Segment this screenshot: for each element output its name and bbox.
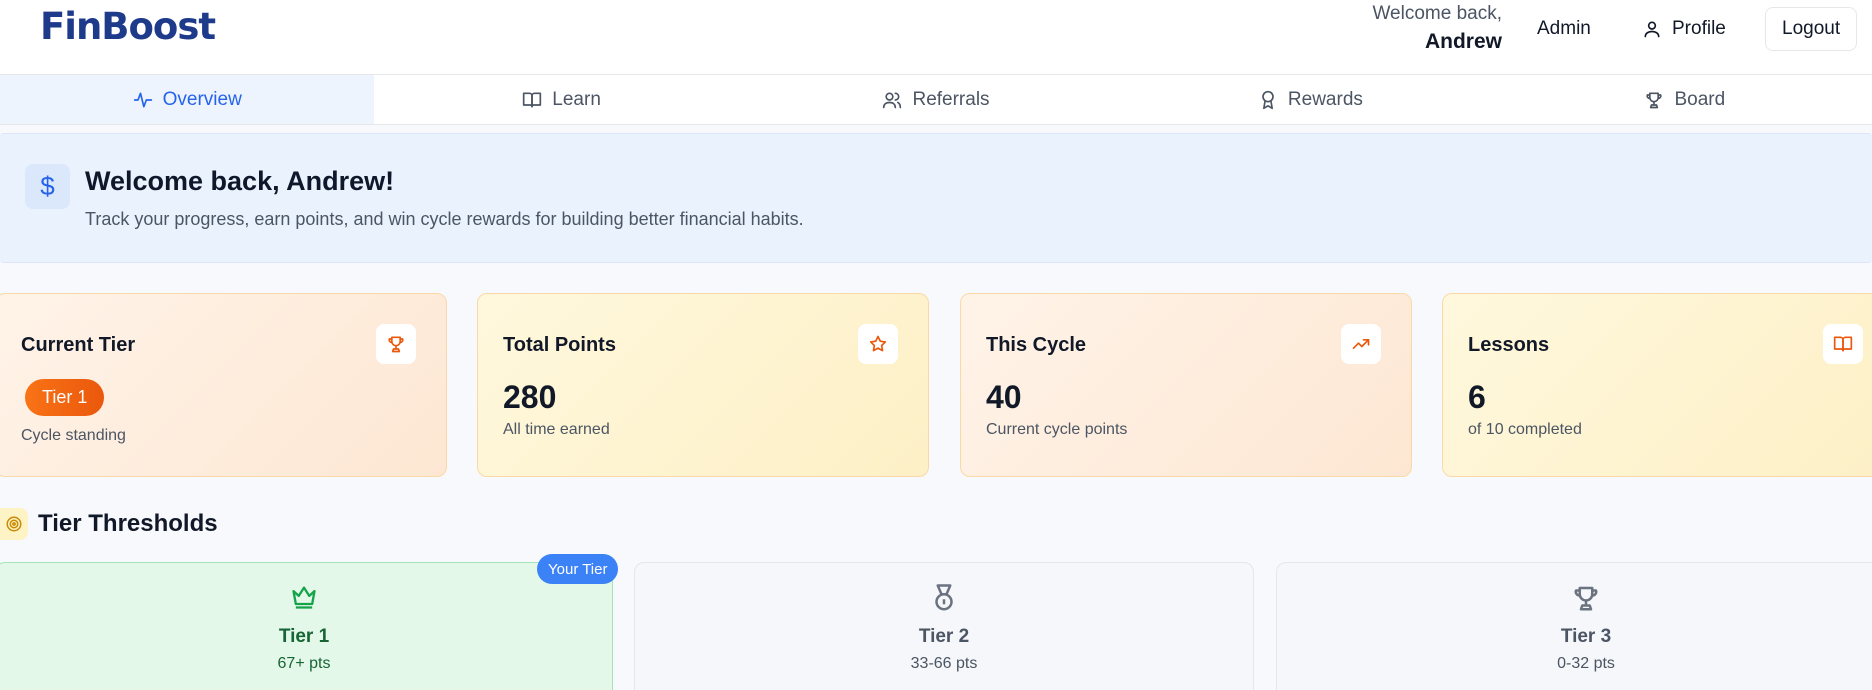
admin-link[interactable]: Admin	[1537, 7, 1591, 51]
tier-name: Tier 3	[1560, 626, 1612, 647]
target-icon	[0, 508, 28, 540]
tab-learn[interactable]: Learn	[374, 75, 748, 124]
welcome-greeting: Welcome back, Andrew	[1372, 2, 1502, 58]
tier-card-3: Tier 3 0-32 pts	[1276, 562, 1872, 690]
tier-points: 0-32 pts	[1557, 655, 1615, 672]
your-tier-badge: Your Tier	[537, 554, 619, 584]
stat-value: 6	[1468, 379, 1486, 415]
stat-card-lessons: Lessons 6 of 10 completed	[1442, 293, 1872, 477]
tab-label: Rewards	[1287, 88, 1363, 110]
tab-overview[interactable]: Overview	[0, 75, 375, 124]
trophy-icon	[376, 324, 416, 364]
tab-board[interactable]: Board	[1498, 75, 1872, 124]
stat-value: 280	[503, 379, 557, 415]
stat-value: 40	[986, 379, 1022, 415]
tier-points: 67+ pts	[277, 655, 331, 672]
crown-icon	[289, 583, 319, 616]
tab-rewards[interactable]: Rewards	[1123, 75, 1497, 124]
logout-label: Logout	[1782, 18, 1841, 39]
tab-referrals[interactable]: Referrals	[749, 75, 1123, 124]
stat-title: Current Tier	[21, 334, 136, 356]
medal-icon	[929, 583, 959, 618]
app-header: FinBoost Welcome back, Andrew Admin Prof…	[0, 0, 1872, 75]
stat-subtitle: Current cycle points	[986, 421, 1128, 438]
admin-label: Admin	[1537, 18, 1591, 39]
trophy-icon	[1571, 583, 1601, 618]
star-icon	[858, 324, 898, 364]
tier-badge: Tier 1	[25, 379, 105, 416]
book-icon	[523, 92, 542, 107]
stat-subtitle: Cycle standing	[21, 427, 126, 444]
user-name: Andrew	[1424, 30, 1502, 53]
tier-points: 33-66 pts	[910, 655, 978, 672]
trending-up-icon	[1341, 324, 1381, 364]
tier-card-1: Tier 1 67+ pts	[0, 562, 613, 690]
welcome-banner: $ Welcome back, Andrew! Track your progr…	[0, 133, 1872, 263]
activity-icon	[133, 92, 152, 107]
welcome-label: Welcome back,	[1372, 3, 1502, 24]
book-icon	[1823, 324, 1863, 364]
tab-label: Overview	[162, 88, 242, 110]
banner-subtitle: Track your progress, earn points, and wi…	[85, 209, 804, 229]
tab-label: Referrals	[912, 88, 990, 110]
profile-label: Profile	[1672, 18, 1726, 39]
stat-subtitle: of 10 completed	[1468, 421, 1582, 438]
tier-name: Tier 1	[278, 626, 330, 647]
trophy-icon	[1646, 92, 1663, 108]
tab-label: Learn	[552, 88, 601, 110]
tier-name: Tier 2	[918, 626, 970, 647]
profile-button[interactable]: Profile	[1642, 7, 1726, 51]
stat-title: Total Points	[503, 334, 616, 356]
users-icon	[883, 92, 902, 108]
award-icon	[1262, 90, 1274, 109]
stat-card-this-cycle: This Cycle 40 Current cycle points	[960, 293, 1412, 477]
dollar-icon: $	[25, 164, 70, 209]
stat-subtitle: All time earned	[503, 421, 610, 438]
stat-title: This Cycle	[986, 334, 1087, 356]
tier-thresholds-heading: Tier Thresholds	[38, 510, 218, 537]
banner-title: Welcome back, Andrew!	[85, 166, 395, 196]
main-nav-tabs: Overview Learn Referrals Rewards Board	[0, 75, 1872, 125]
logout-button[interactable]: Logout	[1765, 7, 1858, 51]
finboost-logo[interactable]: FinBoost	[40, 5, 216, 48]
tab-label: Board	[1674, 88, 1726, 110]
stat-title: Lessons	[1468, 334, 1550, 356]
user-icon	[1644, 21, 1660, 38]
tier-card-2: Tier 2 33-66 pts	[634, 562, 1254, 690]
stat-card-total-points: Total Points 280 All time earned	[477, 293, 929, 477]
